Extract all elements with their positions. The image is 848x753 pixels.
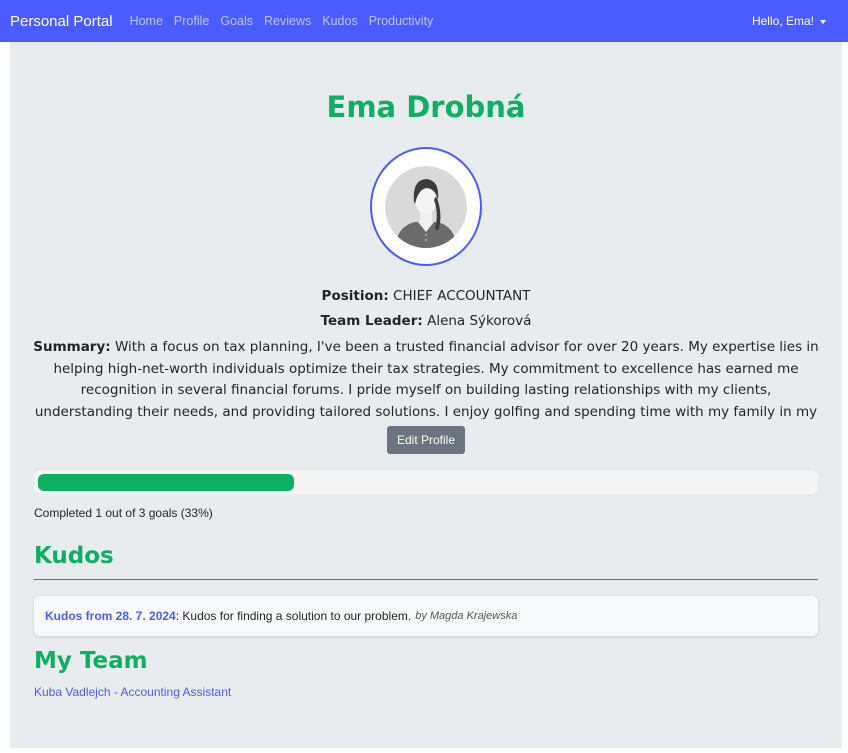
nav-goals[interactable]: Goals <box>220 14 253 28</box>
avatar <box>370 147 482 266</box>
kudos-heading: Kudos <box>34 543 114 569</box>
edit-profile-button[interactable]: Edit Profile <box>387 426 465 454</box>
nav-productivity[interactable]: Productivity <box>369 14 434 28</box>
team-member-link[interactable]: Kuba Vadlejch - Accounting Assistant <box>34 685 231 699</box>
position-line: Position: CHIEF ACCOUNTANT <box>10 288 842 304</box>
profile-name: Ema Drobná <box>326 90 526 124</box>
nav-home[interactable]: Home <box>130 14 163 28</box>
team-leader-value: Alena Sýkorová <box>427 313 532 329</box>
team-leader-label: Team Leader: <box>320 313 423 329</box>
team-leader-line: Team Leader: Alena Sýkorová <box>10 313 842 329</box>
goals-progress-bar <box>34 470 818 494</box>
kudos-title: Kudos from 28. 7. 2024 <box>45 609 176 623</box>
female-avatar-icon <box>385 165 467 248</box>
top-navbar: Personal Portal Home Profile Goals Revie… <box>0 0 848 42</box>
summary-label: Summary: <box>33 339 111 355</box>
kudos-divider <box>34 579 818 580</box>
kudos-card: Kudos from 28. 7. 2024: Kudos for findin… <box>34 596 818 636</box>
position-value: CHIEF ACCOUNTANT <box>393 288 531 304</box>
nav-profile[interactable]: Profile <box>174 14 209 28</box>
goals-progress-fill <box>38 474 294 491</box>
goals-progress-text: Completed 1 out of 3 goals (33%) <box>34 506 213 520</box>
brand-link[interactable]: Personal Portal <box>10 13 113 30</box>
nav-kudos[interactable]: Kudos <box>322 14 357 28</box>
user-greeting: Hello, Ema! <box>751 14 814 28</box>
position-label: Position: <box>321 288 389 304</box>
kudos-message: Kudos for finding a solution to our prob… <box>182 609 412 623</box>
user-menu-dropdown[interactable]: Hello, Ema! <box>752 0 826 42</box>
profile-container: Ema Drobná Position: CHIEF ACCOUNTANT Te… <box>10 42 842 748</box>
my-team-heading: My Team <box>34 648 148 674</box>
caret-down-icon <box>820 19 826 24</box>
kudos-author: by Magda Krajewska <box>415 610 518 622</box>
nav-reviews[interactable]: Reviews <box>264 14 311 28</box>
kudos-colon: : <box>175 609 183 623</box>
